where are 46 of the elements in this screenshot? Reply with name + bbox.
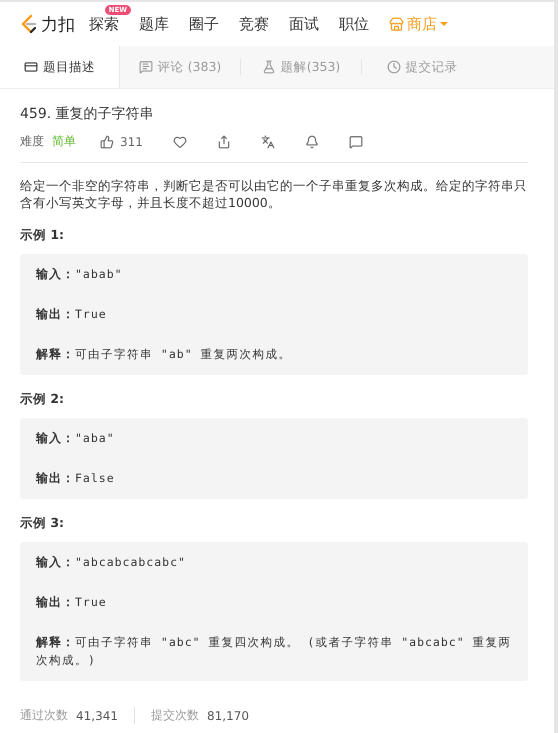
flask-icon bbox=[262, 60, 276, 74]
stat-value: 81,170 bbox=[207, 708, 249, 722]
logo-icon[interactable] bbox=[20, 14, 38, 34]
brand-name[interactable]: 力扣 bbox=[41, 12, 75, 36]
nav-link[interactable]: 职位 bbox=[339, 14, 369, 34]
stat-label: 通过次数 bbox=[20, 707, 68, 724]
example-line: 输入："aba" bbox=[36, 430, 116, 447]
bell-button[interactable] bbox=[304, 134, 319, 148]
problem-title: 459. 重复的子字符串 bbox=[20, 105, 155, 123]
example-line: 输入："abab" bbox=[36, 266, 124, 283]
clock-icon bbox=[386, 60, 400, 74]
stat-label: 提交次数 bbox=[151, 707, 199, 724]
example-heading: 示例 3: bbox=[20, 515, 66, 532]
heart-icon bbox=[172, 134, 187, 148]
translate-button[interactable] bbox=[260, 134, 275, 148]
comment-icon bbox=[138, 60, 153, 74]
card-icon bbox=[24, 60, 38, 74]
example-line: 输出：True bbox=[36, 306, 108, 323]
bell-icon bbox=[304, 134, 319, 148]
example-line: 输出：True bbox=[36, 594, 108, 611]
thumbs-up-icon bbox=[100, 134, 114, 148]
tab[interactable]: 题目描述 bbox=[0, 46, 120, 88]
nav-link[interactable]: 圈子 bbox=[189, 14, 219, 34]
translate-icon bbox=[260, 134, 275, 148]
nav-link[interactable]: 面试 bbox=[289, 14, 319, 34]
feedback-button[interactable] bbox=[348, 134, 363, 148]
share-button[interactable] bbox=[216, 134, 231, 148]
favorite-button[interactable] bbox=[172, 134, 187, 148]
example-line: 输出：False bbox=[36, 470, 116, 487]
example-heading: 示例 2: bbox=[20, 391, 66, 408]
caret-icon bbox=[440, 21, 448, 27]
nav-link[interactable]: 探索 bbox=[89, 14, 119, 34]
example-heading: 示例 1: bbox=[20, 227, 66, 244]
stat-value: 41,341 bbox=[76, 708, 118, 722]
nav-link[interactable]: 题库 bbox=[139, 14, 169, 34]
like-button[interactable]: 311 bbox=[100, 134, 143, 148]
nav-link[interactable]: 竞赛 bbox=[239, 14, 269, 34]
problem-description: 给定一个非空的字符串，判断它是否可以由它的一个子串重复多次构成。给定的字符串只含有小写英文字母，并且长度不超过10000。 bbox=[20, 177, 528, 211]
store-icon bbox=[389, 16, 404, 32]
difficulty-label: 难度 bbox=[20, 133, 44, 150]
example-line: 解释：可由子字符串 "ab" 重复两次构成。 bbox=[36, 346, 293, 363]
example-line: 输入："abcabcabcabc" bbox=[36, 554, 187, 571]
share-icon bbox=[216, 134, 231, 148]
difficulty-value: 简单 bbox=[52, 133, 76, 150]
example-line: 解释：可由子字符串 "abc" 重复四次构成。 (或者子字符串 "abcabc" 重复两次构成。) bbox=[36, 634, 512, 669]
message-icon bbox=[348, 134, 363, 148]
